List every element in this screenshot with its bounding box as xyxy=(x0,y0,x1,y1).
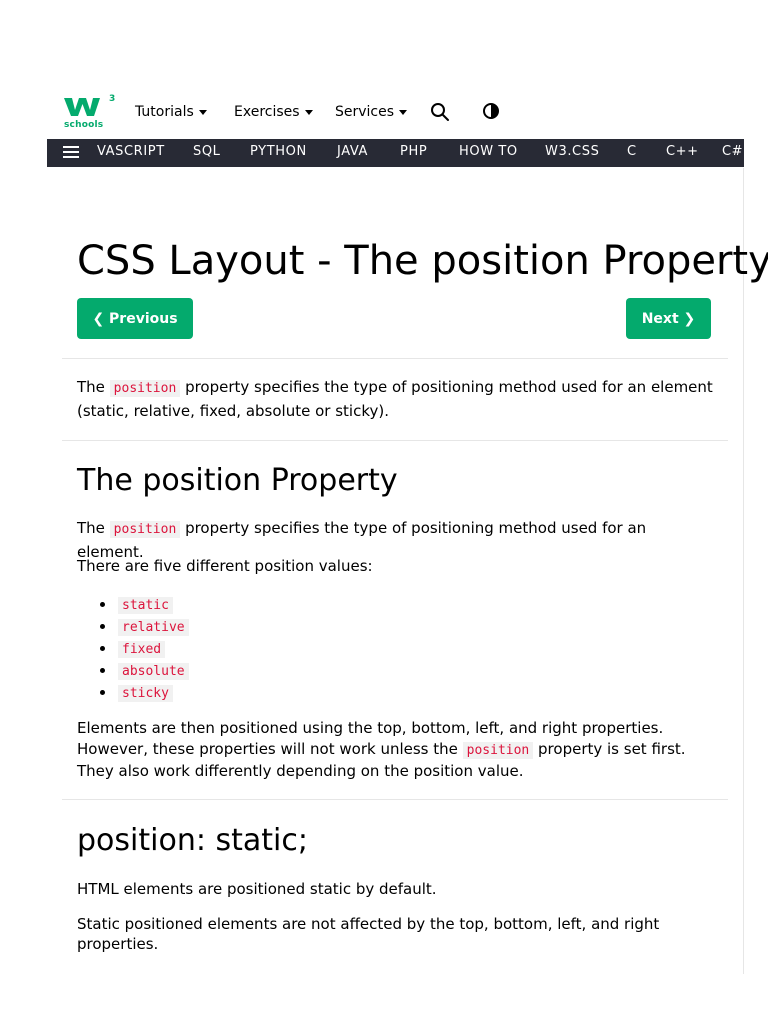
inline-code: position xyxy=(109,521,181,538)
top-navigation-bar: 3 schools Tutorials Exercises Services xyxy=(47,88,744,138)
divider xyxy=(62,358,728,359)
contrast-icon xyxy=(483,103,499,119)
inline-code: position xyxy=(462,742,534,759)
exercises-label: Exercises xyxy=(234,104,300,120)
section1-paragraph-2: There are five different position values… xyxy=(77,557,373,575)
divider xyxy=(62,799,728,800)
subject-navigation-bar: VASCRIPT SQL PYTHON JAVA PHP HOW TO W3.C… xyxy=(47,139,744,167)
divider xyxy=(62,440,728,441)
menu-hamburger-icon[interactable] xyxy=(63,146,79,160)
position-values-list: static relative fixed absolute sticky xyxy=(98,593,189,703)
list-item: sticky xyxy=(98,681,189,703)
list-item: absolute xyxy=(98,659,189,681)
theme-toggle-button[interactable] xyxy=(480,100,502,122)
page-title: CSS Layout - The position Property xyxy=(77,238,768,284)
w3-logo-icon xyxy=(64,98,100,116)
subnav-item-javascript[interactable]: VASCRIPT xyxy=(97,144,165,159)
value-fixed: fixed xyxy=(118,641,166,658)
caret-down-icon xyxy=(304,109,313,115)
chevron-left-icon: ❮ xyxy=(92,310,105,327)
subnav-item-python[interactable]: PYTHON xyxy=(250,144,307,159)
subnav-item-how-to[interactable]: HOW TO xyxy=(459,144,518,159)
intro-paragraph: The position property specifies the type… xyxy=(77,378,713,420)
section-heading-position-static: position: static; xyxy=(77,823,308,858)
subnav-item-php[interactable]: PHP xyxy=(400,144,427,159)
tutorials-menu[interactable]: Tutorials xyxy=(135,104,207,120)
services-label: Services xyxy=(335,104,395,120)
list-item: relative xyxy=(98,615,189,637)
caret-down-icon xyxy=(198,109,207,115)
next-label: Next xyxy=(641,310,679,327)
value-sticky: sticky xyxy=(118,685,173,702)
services-menu[interactable]: Services xyxy=(335,104,408,120)
content-border xyxy=(743,168,744,974)
tutorials-label: Tutorials xyxy=(135,104,194,120)
value-relative: relative xyxy=(118,619,189,636)
list-item: static xyxy=(98,593,189,615)
section2-paragraph-2: Static positioned elements are not affec… xyxy=(77,915,660,953)
logo-subtitle: schools xyxy=(64,120,104,130)
inline-code: position xyxy=(109,380,181,397)
section1-paragraph-3: Elements are then positioned using the t… xyxy=(77,719,686,780)
section-heading-position-property: The position Property xyxy=(77,463,398,498)
previous-label: Previous xyxy=(109,310,178,327)
main-content: CSS Layout - The position Property ❮ Pre… xyxy=(62,168,768,974)
subnav-item-csharp[interactable]: C# xyxy=(722,144,743,159)
section2-paragraph-1: HTML elements are positioned static by d… xyxy=(77,880,437,898)
value-static: static xyxy=(118,597,173,614)
caret-down-icon xyxy=(399,109,408,115)
w3schools-logo[interactable]: 3 schools xyxy=(63,94,115,130)
search-icon xyxy=(431,103,449,121)
chevron-right-icon: ❯ xyxy=(683,310,696,327)
subnav-item-cpp[interactable]: C++ xyxy=(666,144,699,159)
subnav-item-w3css[interactable]: W3.CSS xyxy=(545,144,599,159)
previous-button[interactable]: ❮ Previous xyxy=(77,298,193,339)
exercises-menu[interactable]: Exercises xyxy=(234,104,313,120)
subnav-item-java[interactable]: JAVA xyxy=(337,144,368,159)
subnav-item-sql[interactable]: SQL xyxy=(193,144,221,159)
next-button[interactable]: Next ❯ xyxy=(626,298,711,339)
value-absolute: absolute xyxy=(118,663,189,680)
search-button[interactable] xyxy=(429,101,451,123)
subnav-item-c[interactable]: C xyxy=(627,144,637,159)
logo-superscript: 3 xyxy=(109,94,116,104)
list-item: fixed xyxy=(98,637,189,659)
